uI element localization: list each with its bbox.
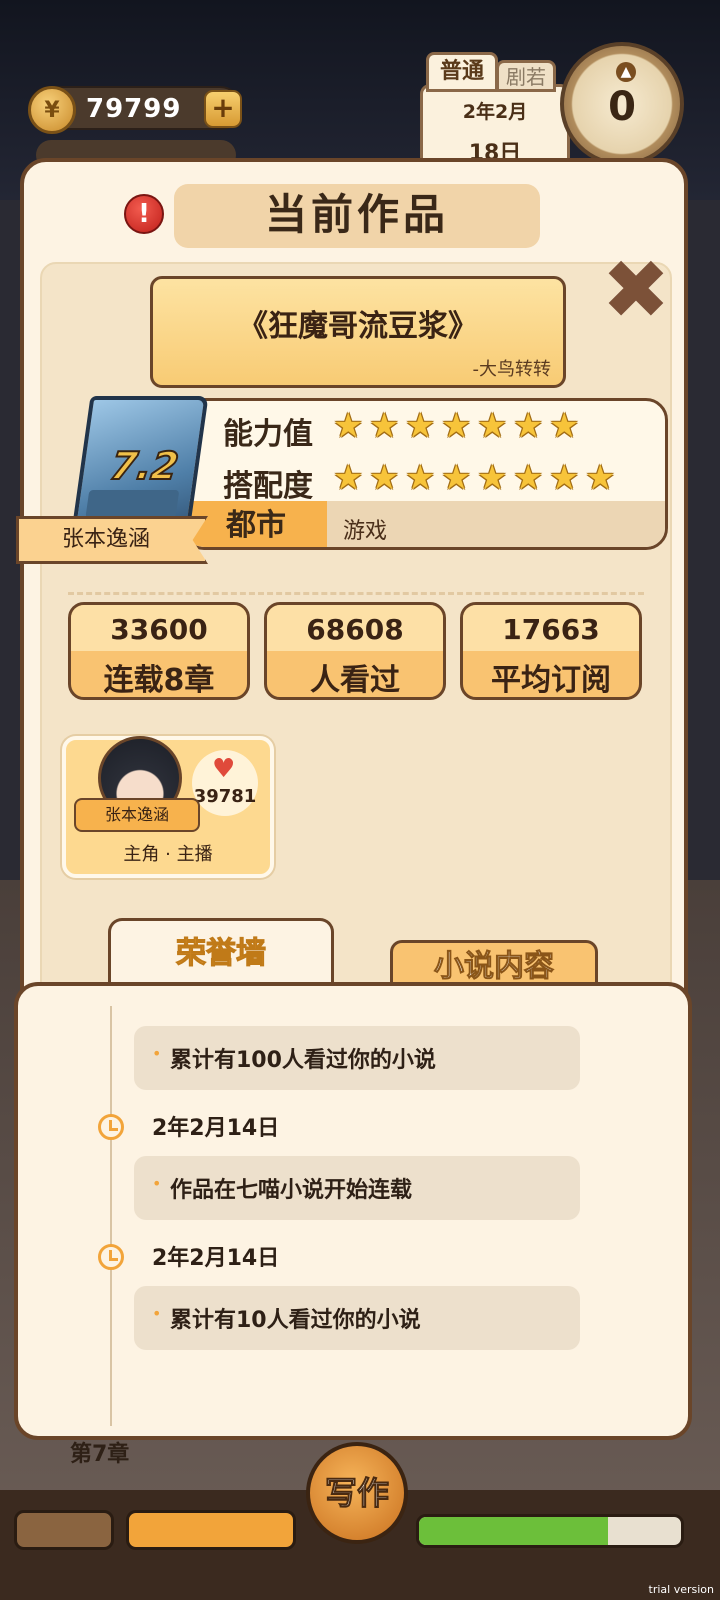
write-button[interactable]: 写作	[306, 1442, 408, 1544]
genre-sub: 游戏	[343, 519, 388, 544]
metric-value: 68608	[306, 613, 404, 646]
ability-row: 能力值 ★ ★ ★ ★ ★ ★ ★	[185, 405, 665, 453]
time-dial[interactable]: ▲ 0	[560, 42, 684, 166]
calendar-month: 2年2月	[462, 101, 528, 123]
watermark: trial version	[648, 1583, 714, 1596]
bottom-slot-middle[interactable]	[126, 1510, 296, 1550]
match-row: 搭配度 ★ ★ ★ ★ ★ ★ ★ ★	[185, 457, 665, 505]
divider	[68, 592, 644, 595]
star-icon: ★	[333, 406, 364, 446]
star-icon: ★	[549, 406, 580, 446]
star-icon: ★	[333, 458, 364, 498]
heart-icon: ♥	[212, 754, 236, 784]
book-stats-card: 能力值 ★ ★ ★ ★ ★ ★ ★ 搭配度 ★ ★ ★ ★ ★ ★ ★ ★ 都市 游戏	[182, 398, 668, 550]
metric-value: 17663	[502, 613, 600, 646]
cover-score: 7.2	[107, 443, 183, 489]
star-icon: ★	[477, 406, 508, 446]
genre-row: 都市 游戏	[185, 501, 665, 547]
honor-event: • 作品在七喵小说开始连载	[134, 1156, 580, 1220]
alert-icon[interactable]: !	[124, 194, 164, 234]
star-icon: ★	[369, 406, 400, 446]
star-icon: ★	[405, 458, 436, 498]
honor-wall-panel: • 累计有100人看过你的小说 2年2月14日 • 作品在七喵小说开始连载 2年…	[14, 982, 692, 1440]
metric-label: 平均订阅	[491, 663, 611, 698]
star-icon: ★	[513, 406, 544, 446]
honor-event-text: 累计有10人看过你的小说	[170, 1308, 421, 1333]
metric-card-readers: 68608 人看过	[264, 602, 446, 700]
match-stars: ★ ★ ★ ★ ★ ★ ★ ★	[333, 461, 619, 495]
character-likes: 39781	[193, 786, 257, 807]
coin-counter: ¥ 79799 +	[28, 86, 242, 134]
genre-main: 都市	[185, 501, 327, 547]
bullet-icon: •	[152, 1304, 162, 1323]
honor-date: 2年2月14日	[152, 1246, 280, 1271]
book-author: -大鸟转转	[472, 359, 552, 380]
writing-progress-bar	[416, 1514, 684, 1548]
star-icon: ★	[405, 406, 436, 446]
ability-stars: ★ ★ ★ ★ ★ ★ ★	[333, 409, 583, 443]
star-icon: ★	[477, 458, 508, 498]
bullet-icon: •	[152, 1174, 162, 1193]
honor-event: • 累计有100人看过你的小说	[134, 1026, 580, 1090]
book-title: 《狂魔哥流豆浆》	[238, 309, 478, 344]
star-icon: ★	[585, 458, 616, 498]
timeline-line	[110, 1006, 112, 1426]
star-icon: ★	[549, 458, 580, 498]
cover-stripe	[85, 490, 180, 518]
bottom-slot-left[interactable]	[14, 1510, 114, 1550]
coin-value: 79799	[86, 94, 182, 124]
chapter-label: 第7章	[70, 1442, 130, 1467]
match-label: 搭配度	[223, 469, 313, 504]
book-title-card: 《狂魔哥流豆浆》 -大鸟转转	[150, 276, 566, 388]
clock-icon	[98, 1114, 124, 1140]
metric-value: 33600	[110, 613, 208, 646]
metric-card-chapters: 33600 连载8章	[68, 602, 250, 700]
star-icon: ★	[441, 406, 472, 446]
time-dial-value: 0	[608, 84, 636, 130]
character-card[interactable]: ♥ 39781 张本逸涵 主角 · 主播	[62, 736, 274, 878]
honor-event-text: 累计有100人看过你的小说	[170, 1048, 436, 1073]
star-icon: ★	[513, 458, 544, 498]
likes-badge: ♥ 39781	[192, 750, 258, 816]
honor-event: • 累计有10人看过你的小说	[134, 1286, 580, 1350]
writing-progress-fill	[419, 1517, 608, 1545]
mode-tab-secondary[interactable]: 剧若	[496, 60, 556, 92]
metric-label: 连载8章	[103, 663, 215, 698]
coin-icon: ¥	[28, 86, 76, 134]
author-ribbon: 张本逸涵	[16, 516, 208, 564]
metric-card-subscriptions: 17663 平均订阅	[460, 602, 642, 700]
character-name: 张本逸涵	[74, 798, 200, 832]
honor-event-text: 作品在七喵小说开始连载	[170, 1178, 413, 1203]
popup-title: 当前作品	[174, 184, 540, 248]
add-coins-button[interactable]: +	[204, 90, 242, 128]
mode-tab-normal[interactable]: 普通	[426, 52, 498, 92]
bullet-icon: •	[152, 1044, 162, 1063]
character-role: 主角 · 主播	[123, 844, 213, 865]
metric-label: 人看过	[310, 663, 400, 698]
star-icon: ★	[369, 458, 400, 498]
star-icon: ★	[441, 458, 472, 498]
honor-date: 2年2月14日	[152, 1116, 280, 1141]
ability-label: 能力值	[223, 417, 313, 452]
close-button[interactable]: ✖	[600, 250, 672, 332]
clock-icon	[98, 1244, 124, 1270]
arrow-up-icon: ▲	[616, 62, 636, 82]
